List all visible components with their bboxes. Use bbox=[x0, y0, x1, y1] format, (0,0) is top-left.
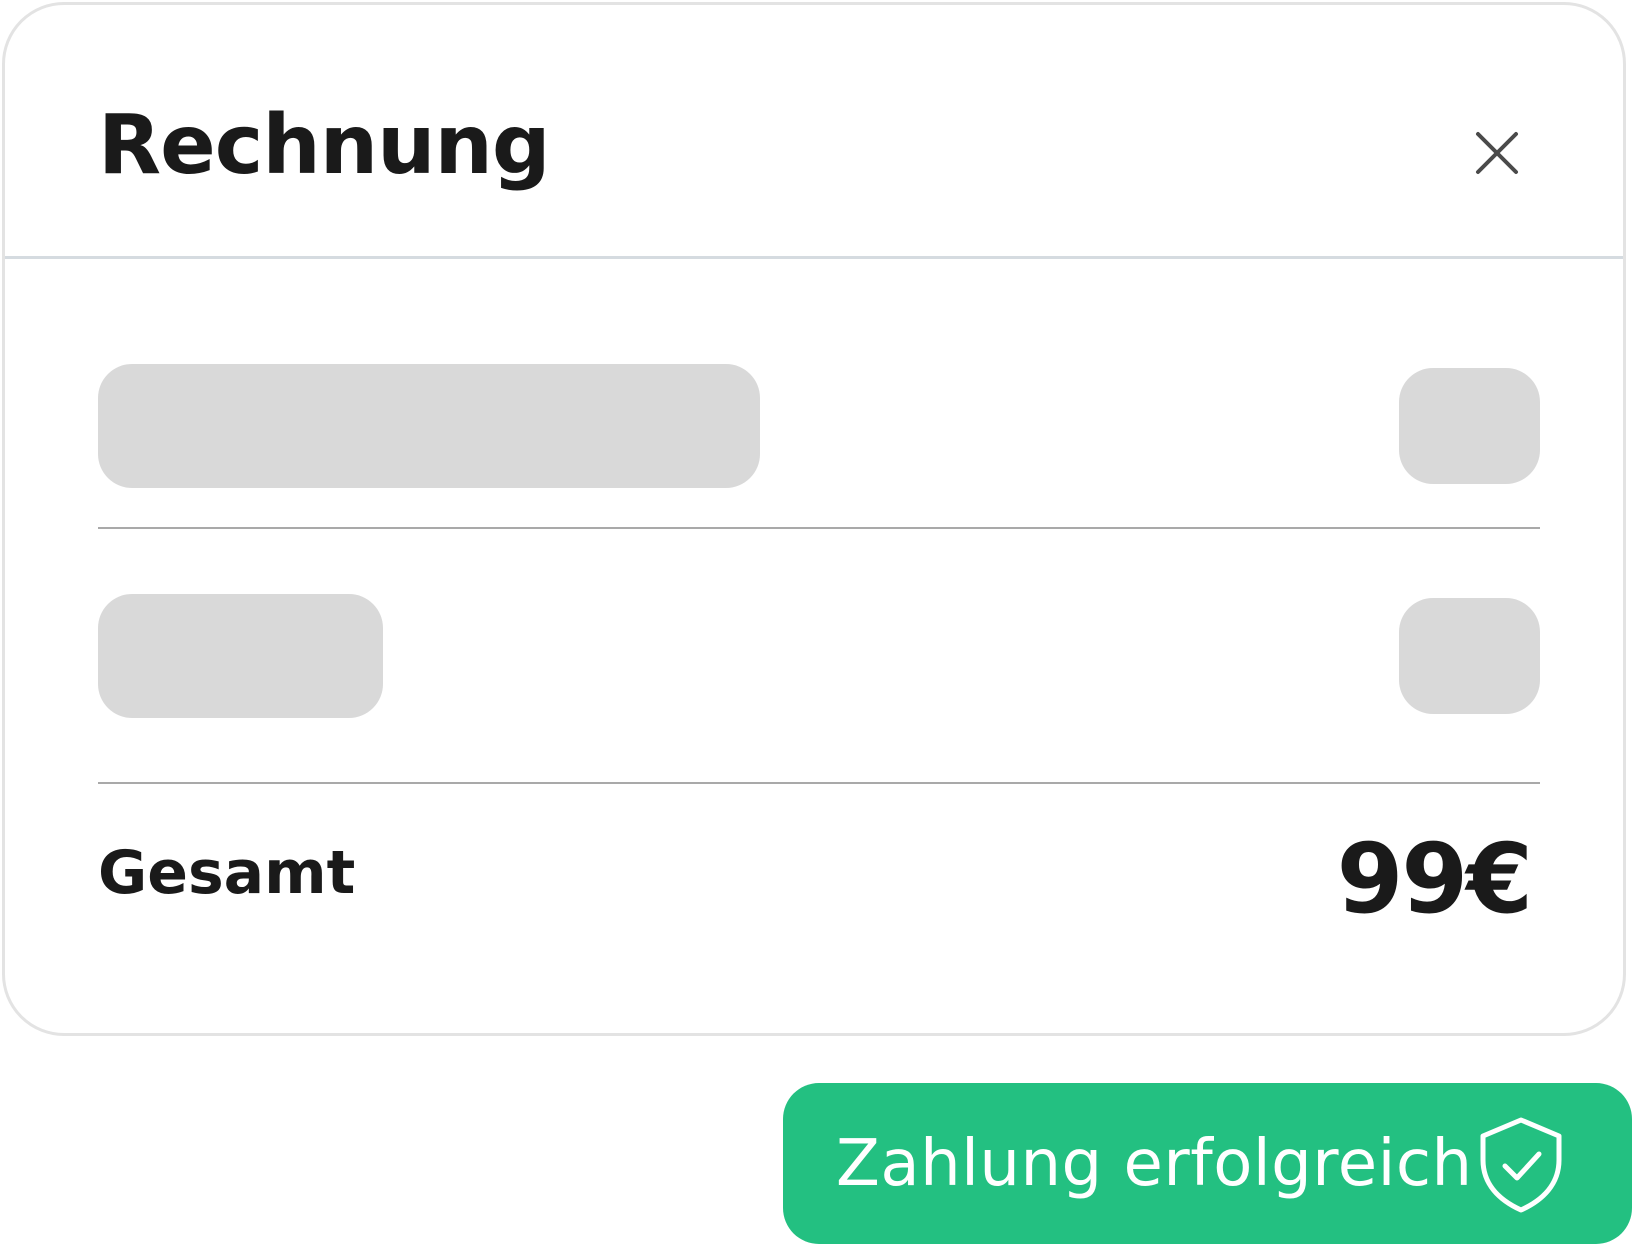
line-item-1-name-placeholder bbox=[98, 364, 760, 488]
line-item-2-name-placeholder bbox=[98, 594, 383, 718]
line-item-2-price-placeholder bbox=[1399, 598, 1540, 714]
close-icon bbox=[1476, 132, 1518, 174]
line-item-divider bbox=[98, 527, 1540, 529]
line-item-1-price-placeholder bbox=[1399, 368, 1540, 484]
invoice-header: Rechnung bbox=[5, 5, 1623, 259]
invoice-title: Rechnung bbox=[98, 98, 551, 193]
toast-message: Zahlung erfolgreich bbox=[836, 1126, 1473, 1201]
total-divider bbox=[98, 782, 1540, 784]
invoice-card: Rechnung Gesamt 99€ bbox=[2, 2, 1626, 1036]
shield-check-icon bbox=[1480, 1117, 1562, 1213]
close-button[interactable] bbox=[1469, 125, 1525, 181]
total-amount: 99€ bbox=[1336, 823, 1533, 935]
total-label: Gesamt bbox=[98, 838, 356, 908]
payment-success-toast: Zahlung erfolgreich bbox=[783, 1083, 1632, 1244]
